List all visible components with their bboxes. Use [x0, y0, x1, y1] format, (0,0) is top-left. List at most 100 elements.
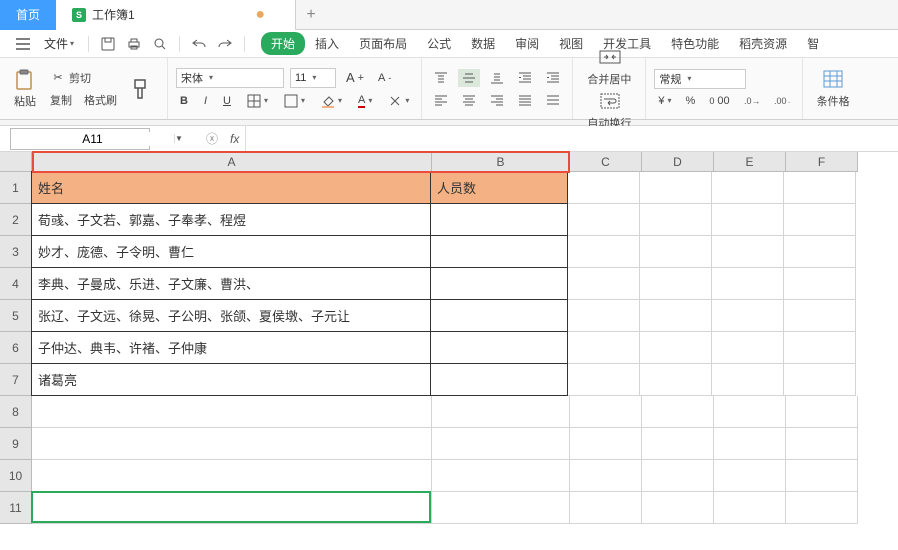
cell-c6[interactable]: [568, 332, 640, 364]
format-painter-button[interactable]: 格式刷: [80, 90, 121, 110]
cell-e11[interactable]: [714, 492, 786, 524]
cell-d8[interactable]: [642, 396, 714, 428]
cell-b8[interactable]: [432, 396, 570, 428]
cell-f6[interactable]: [784, 332, 856, 364]
italic-button[interactable]: I: [200, 93, 211, 109]
cell-b7[interactable]: [430, 363, 568, 396]
align-left-button[interactable]: [430, 91, 452, 109]
decrease-font-button[interactable]: A-: [374, 70, 395, 86]
cell-d5[interactable]: [640, 300, 712, 332]
tab-review[interactable]: 审阅: [505, 31, 549, 56]
cell-c11[interactable]: [570, 492, 642, 524]
font-size-combo[interactable]: 11▾: [290, 68, 336, 88]
cell-b10[interactable]: [432, 460, 570, 492]
cell-d2[interactable]: [640, 204, 712, 236]
row-header-10[interactable]: 10: [0, 460, 32, 492]
cell-d6[interactable]: [640, 332, 712, 364]
cell-a7[interactable]: 诸葛亮: [31, 363, 431, 396]
save-icon[interactable]: [97, 35, 119, 53]
fill-color-button[interactable]: ▾: [317, 92, 346, 110]
tab-special[interactable]: 特色功能: [661, 31, 729, 56]
cell-e2[interactable]: [712, 204, 784, 236]
column-header-d[interactable]: D: [642, 152, 714, 172]
borders-button[interactable]: ▾: [243, 92, 272, 110]
name-box-input[interactable]: [11, 132, 174, 146]
cell-f10[interactable]: [786, 460, 858, 492]
cell-a3[interactable]: 妙才、庞德、子令明、曹仁: [31, 235, 431, 268]
cell-e6[interactable]: [712, 332, 784, 364]
file-menu[interactable]: 文件 ▾: [38, 35, 80, 52]
currency-button[interactable]: ¥▾: [654, 93, 675, 109]
align-middle-button[interactable]: [458, 69, 480, 87]
tab-layout[interactable]: 页面布局: [349, 31, 417, 56]
cell-f4[interactable]: [784, 268, 856, 300]
percent-button[interactable]: %: [682, 93, 700, 109]
column-header-c[interactable]: C: [570, 152, 642, 172]
cut-button[interactable]: ✂剪切: [46, 68, 121, 88]
cell-f5[interactable]: [784, 300, 856, 332]
tab-formula[interactable]: 公式: [417, 31, 461, 56]
name-box[interactable]: ▼: [10, 128, 150, 150]
cell-d1[interactable]: [640, 172, 712, 204]
preview-icon[interactable]: [149, 35, 171, 53]
cell-c1[interactable]: [568, 172, 640, 204]
cell-d3[interactable]: [640, 236, 712, 268]
cell-f1[interactable]: [784, 172, 856, 204]
cell-a1[interactable]: 姓名: [31, 171, 431, 204]
align-top-button[interactable]: [430, 69, 452, 87]
cell-f2[interactable]: [784, 204, 856, 236]
align-bottom-button[interactable]: [486, 69, 508, 87]
cell-b9[interactable]: [432, 428, 570, 460]
formula-input[interactable]: [245, 126, 898, 151]
cell-c5[interactable]: [568, 300, 640, 332]
cell-c8[interactable]: [570, 396, 642, 428]
cell-b5[interactable]: [430, 299, 568, 332]
row-header-7[interactable]: 7: [0, 364, 32, 396]
increase-font-button[interactable]: A+: [342, 68, 368, 87]
underline-button[interactable]: U: [219, 93, 235, 109]
cell-c7[interactable]: [568, 364, 640, 396]
align-center-button[interactable]: [458, 91, 480, 109]
cell-a2[interactable]: 荀彧、子文若、郭嘉、子奉孝、程煜: [31, 203, 431, 236]
new-tab-button[interactable]: +: [296, 6, 326, 24]
select-all-corner[interactable]: [0, 152, 32, 172]
cell-style-button[interactable]: ▾: [280, 92, 309, 110]
cell-b3[interactable]: [430, 235, 568, 268]
fx-icon[interactable]: fx: [224, 132, 245, 146]
tab-resources[interactable]: 稻壳资源: [729, 31, 797, 56]
cell-e8[interactable]: [714, 396, 786, 428]
column-header-e[interactable]: E: [714, 152, 786, 172]
conditional-format-button[interactable]: 条件格: [811, 67, 856, 111]
cell-e10[interactable]: [714, 460, 786, 492]
tab-data[interactable]: 数据: [461, 31, 505, 56]
row-header-6[interactable]: 6: [0, 332, 32, 364]
format-painter-large[interactable]: [125, 76, 159, 102]
cell-b11[interactable]: [432, 492, 570, 524]
copy-button[interactable]: 复制: [46, 90, 76, 110]
cell-f11[interactable]: [786, 492, 858, 524]
tab-workbook[interactable]: S 工作簿1 ●: [56, 0, 296, 30]
cell-e1[interactable]: [712, 172, 784, 204]
cell-e7[interactable]: [712, 364, 784, 396]
cell-d7[interactable]: [640, 364, 712, 396]
indent-decrease-button[interactable]: [514, 69, 536, 87]
redo-icon[interactable]: [214, 36, 236, 52]
tab-start[interactable]: 开始: [261, 32, 305, 55]
align-right-button[interactable]: [486, 91, 508, 109]
cell-a6[interactable]: 子仲达、典韦、许褚、子仲康: [31, 331, 431, 364]
cell-c2[interactable]: [568, 204, 640, 236]
font-color-button[interactable]: A▾: [354, 92, 376, 110]
cell-d11[interactable]: [642, 492, 714, 524]
cancel-icon[interactable]: ⓧ: [200, 130, 224, 147]
cell-b4[interactable]: [430, 267, 568, 300]
cell-c3[interactable]: [568, 236, 640, 268]
column-header-f[interactable]: F: [786, 152, 858, 172]
merge-center-button[interactable]: 合并居中: [581, 45, 637, 89]
number-format-combo[interactable]: 常规▾: [654, 69, 746, 89]
row-header-2[interactable]: 2: [0, 204, 32, 236]
column-header-b[interactable]: B: [432, 152, 570, 172]
comma-button[interactable]: 000: [705, 93, 733, 109]
cell-e3[interactable]: [712, 236, 784, 268]
row-header-8[interactable]: 8: [0, 396, 32, 428]
column-header-a[interactable]: A: [32, 152, 432, 172]
